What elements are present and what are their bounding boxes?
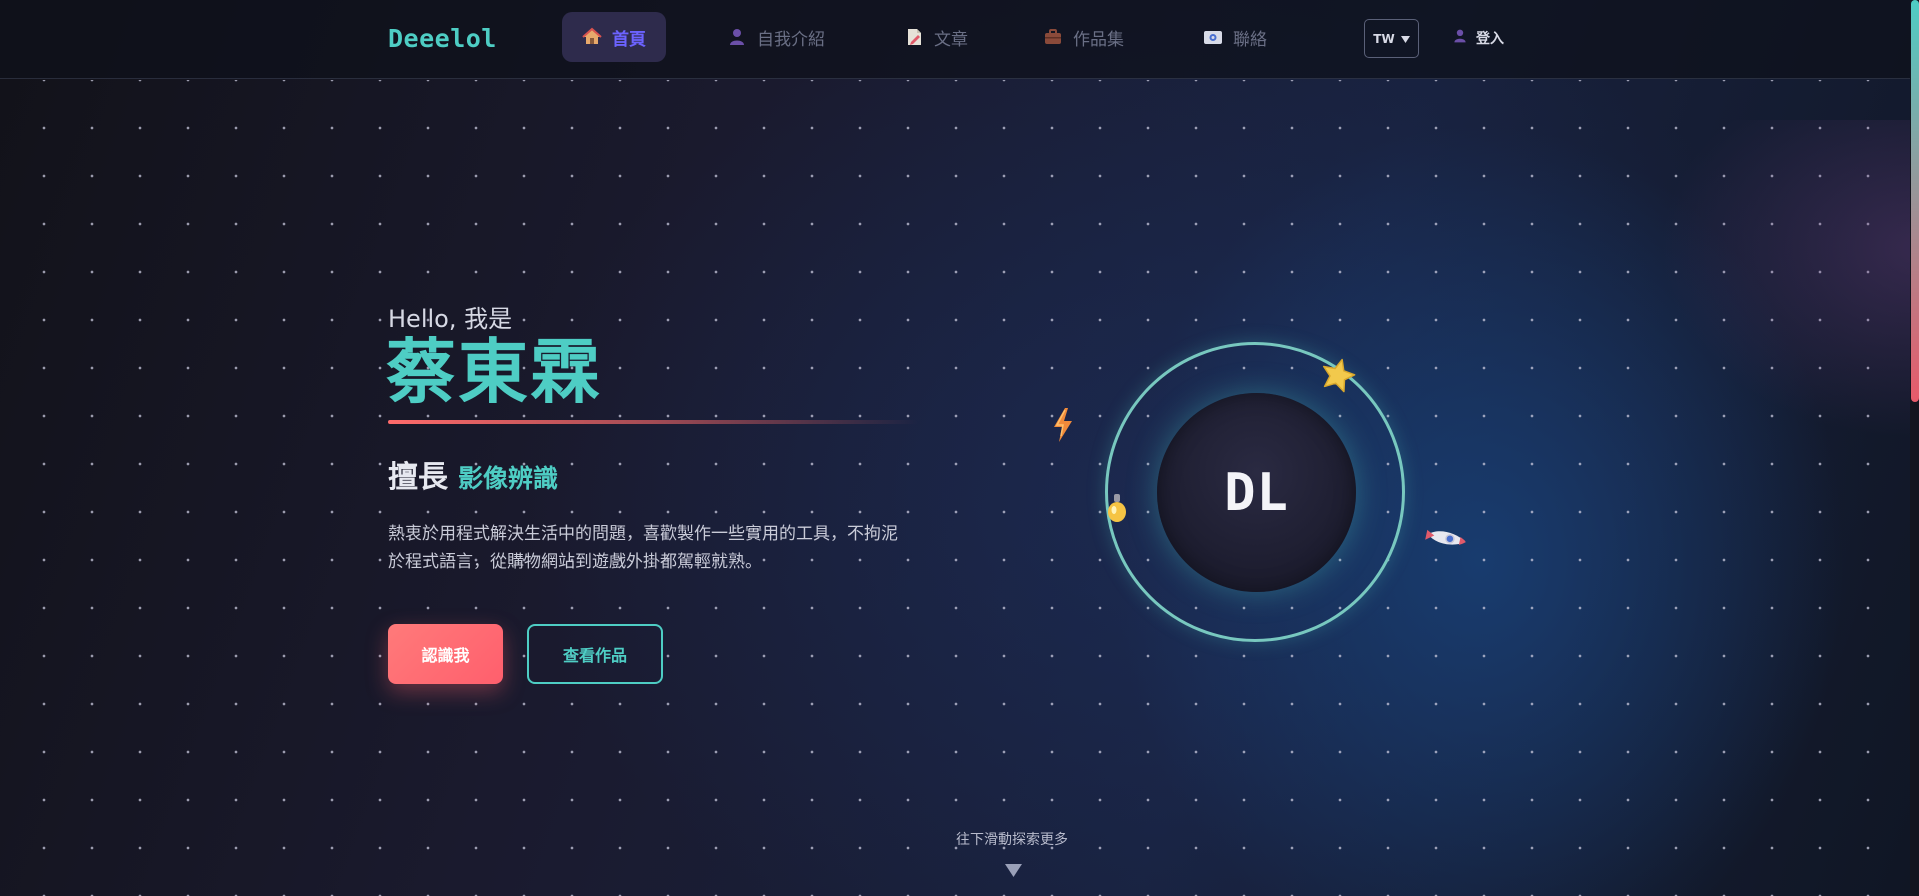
hero-name: 蔡東霖: [386, 330, 602, 413]
id-card-icon: [1203, 27, 1223, 47]
nav-item-label: 文章: [934, 29, 968, 50]
navbar: Deeelol 首頁 自我介紹 文章 作品集 聯絡 TW 登入: [0, 0, 1919, 79]
nav-item-portfolio[interactable]: 作品集: [1023, 12, 1144, 62]
view-portfolio-button[interactable]: 查看作品: [527, 624, 663, 684]
skill-value: 影像辨識: [458, 464, 559, 493]
nav-item-about[interactable]: 自我介紹: [707, 12, 845, 62]
name-underline: [388, 420, 918, 424]
lightbulb-icon: [1106, 491, 1128, 529]
site-logo[interactable]: Deeelol: [388, 24, 497, 53]
about-me-button[interactable]: 認識我: [388, 624, 503, 684]
nav-item-label: 作品集: [1073, 29, 1124, 50]
lightning-icon: [1052, 408, 1074, 446]
rocket-icon: [1424, 522, 1468, 558]
language-value: TW: [1373, 31, 1395, 46]
user-icon: [1452, 28, 1468, 48]
nav-item-contact[interactable]: 聯絡: [1183, 12, 1287, 62]
avatar: DL: [1157, 393, 1356, 592]
background-glow: [1659, 120, 1919, 440]
briefcase-icon: [1043, 27, 1063, 47]
star-icon: [1320, 357, 1356, 397]
login-button[interactable]: 登入: [1452, 28, 1504, 48]
chevron-down-icon: [1400, 32, 1410, 46]
nav-item-label: 自我介紹: [757, 29, 825, 50]
house-icon: [582, 27, 602, 47]
nav-item-home[interactable]: 首頁: [562, 12, 666, 62]
document-icon: [904, 27, 924, 47]
starfield-background: [0, 80, 1919, 896]
person-icon: [727, 27, 747, 47]
nav-item-label: 首頁: [612, 29, 646, 50]
scroll-hint-text: 往下滑動探索更多: [956, 832, 1068, 848]
skill-line: 擅長 影像辨識: [388, 452, 558, 496]
avatar-initials: DL: [1224, 462, 1289, 523]
hero-description: 熱衷於用程式解決生活中的問題，喜歡製作一些實用的工具，不拘泥於程式語言，從購物網…: [388, 524, 898, 572]
nav-item-articles[interactable]: 文章: [884, 12, 988, 62]
login-label: 登入: [1476, 31, 1504, 47]
skill-prefix: 擅長: [388, 460, 448, 495]
hero-greeting: Hello, 我是: [388, 305, 513, 333]
nav-item-label: 聯絡: [1233, 29, 1267, 50]
language-select[interactable]: TW: [1364, 19, 1419, 58]
scroll-down-icon[interactable]: [1005, 862, 1022, 881]
scrollbar-thumb[interactable]: [1911, 0, 1919, 402]
